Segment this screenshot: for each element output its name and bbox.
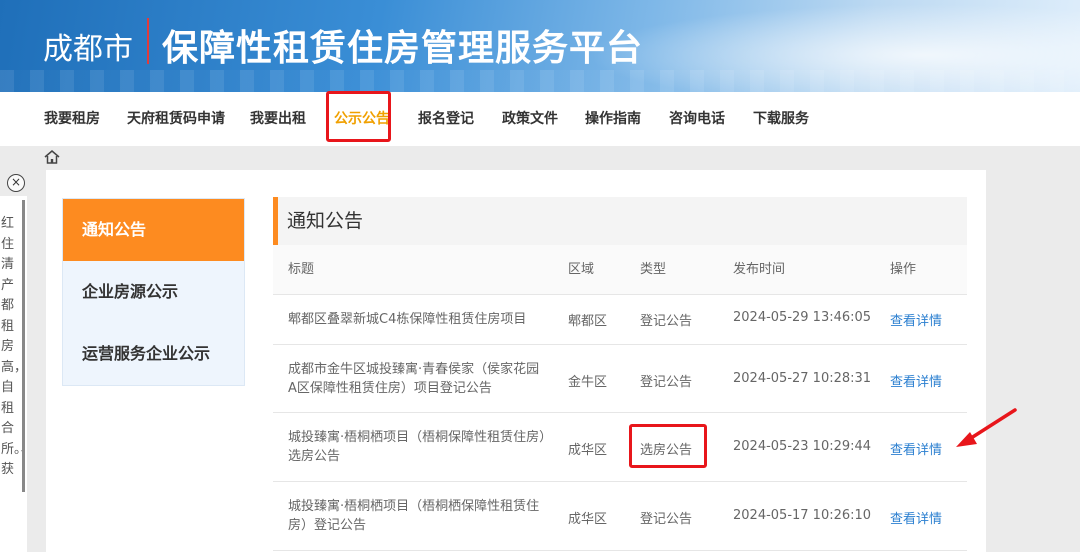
col-type: 类型 [640,262,667,277]
home-icon[interactable] [44,150,60,164]
row-type: 登记公告 [640,375,693,390]
highlight-box-nav [326,91,391,142]
table-row: 郫都区叠翠新城C4栋保障性租赁住房项目 郫都区 登记公告 2024-05-29 … [273,295,967,345]
view-details-link[interactable]: 查看详情 [890,371,942,390]
side-ad-scrollbar[interactable] [22,200,25,492]
view-details-link[interactable]: 查看详情 [890,439,942,458]
row-title[interactable]: 城投臻寓·梧桐栖项目（梧桐栖保障性租赁住房）登记公告 [288,497,546,535]
table-row: 城投臻寓·梧桐栖项目（梧桐保障性租赁住房）选房公告 成华区 选房公告 2024-… [273,413,967,482]
row-date: 2024-05-27 10:28:31 [733,371,872,386]
nav-item-downloads[interactable]: 下载服务 [753,92,809,146]
panel-title: 通知公告 [287,210,364,232]
highlight-box-type [629,424,707,468]
content-area: 通知公告 企业房源公示 运营服务企业公示 通知公告 标题 区域 类型 发布时间 … [46,170,986,552]
nav-item-hotline[interactable]: 咨询电话 [669,92,725,146]
header-banner: 成都市 保障性租赁住房管理服务平台 [0,0,1080,92]
nav-item-lease-out[interactable]: 我要出租 [250,92,306,146]
table-row: 成都市金牛区城投臻寓·青春侯家（侯家花园A区保障性租赁住房）项目登记公告 金牛区… [273,345,967,413]
nav-item-tianfu-code[interactable]: 天府租赁码申请 [127,92,225,146]
view-details-link[interactable]: 查看详情 [890,508,942,527]
table-header: 标题 区域 类型 发布时间 操作 [273,245,967,295]
banner-skyline [0,70,1080,92]
col-date: 发布时间 [733,262,786,277]
row-area: 成华区 [568,443,608,458]
menu-item-enterprise-listings[interactable]: 企业房源公示 [63,261,244,323]
menu-item-operator-listings[interactable]: 运营服务企业公示 [63,323,244,385]
col-title: 标题 [288,262,315,277]
row-date: 2024-05-29 13:46:05 [733,310,872,325]
row-title[interactable]: 成都市金牛区城投臻寓·青春侯家（侯家花园A区保障性租赁住房）项目登记公告 [288,360,546,398]
notice-panel: 通知公告 标题 区域 类型 发布时间 操作 郫都区叠翠新城C4栋保障性租赁住房项… [273,197,967,552]
row-type: 登记公告 [640,512,693,527]
platform-title: 保障性租赁住房管理服务平台 [162,28,644,69]
row-area: 成华区 [568,512,608,527]
nav-item-registration[interactable]: 报名登记 [418,92,474,146]
city-name: 成都市 [43,32,133,67]
menu-item-notices[interactable]: 通知公告 [63,199,244,261]
row-date: 2024-05-17 10:26:10 [733,508,872,523]
nav-item-rent[interactable]: 我要租房 [44,92,100,146]
panel-header: 通知公告 [273,197,967,245]
row-title[interactable]: 城投臻寓·梧桐栖项目（梧桐保障性租赁住房）选房公告 [288,428,546,466]
col-op: 操作 [890,262,917,277]
row-type: 登记公告 [640,314,693,329]
col-area: 区域 [568,262,595,277]
nav-item-policy[interactable]: 政策文件 [502,92,558,146]
side-ad-text: 红住清产都租房高，自 租合所。、获 [1,216,34,477]
row-area: 金牛区 [568,375,608,390]
title-divider [147,18,149,64]
row-date: 2024-05-23 10:29:44 [733,439,872,454]
view-details-link[interactable]: 查看详情 [890,310,942,329]
row-area: 郫都区 [568,314,608,329]
left-menu: 通知公告 企业房源公示 运营服务企业公示 [62,198,245,386]
nav-item-guide[interactable]: 操作指南 [585,92,641,146]
row-title[interactable]: 郫都区叠翠新城C4栋保障性租赁住房项目 [288,310,546,329]
main-nav: 我要租房 天府租赁码申请 我要出租 公示公告 报名登记 政策文件 操作指南 咨询… [0,92,1080,146]
side-ad-strip: 红住清产都租房高，自 租合所。、获 [0,196,34,552]
table-row: 城投臻寓·梧桐栖项目（梧桐栖保障性租赁住房）登记公告 成华区 登记公告 2024… [273,482,967,551]
close-circle-icon[interactable]: × [7,174,25,192]
